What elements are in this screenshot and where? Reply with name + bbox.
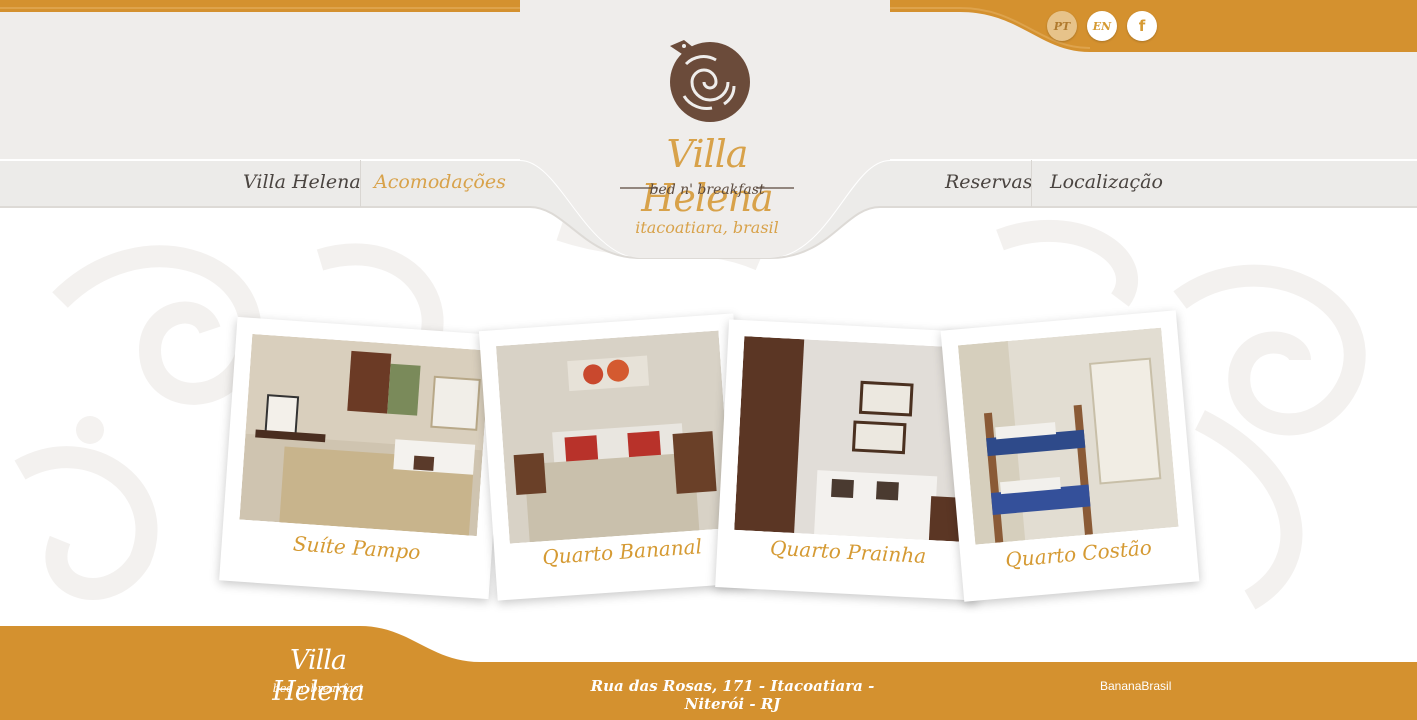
lang-pt-button[interactable]: PT — [1047, 11, 1077, 41]
logo-location: itacoatiara, brasil — [635, 218, 779, 237]
footer-logo-tagline: bed n' breakfast — [272, 682, 364, 695]
footer-credit-link[interactable]: BananaBrasil — [1100, 679, 1171, 693]
nav-localizacao[interactable]: Localização — [1050, 171, 1163, 193]
facebook-icon[interactable]: f — [1127, 11, 1157, 41]
lang-en-button[interactable]: EN — [1087, 11, 1117, 41]
lang-pt-label: PT — [1053, 19, 1071, 33]
chameleon-emblem-icon — [670, 40, 750, 122]
logo-title: Villa Helena — [641, 132, 773, 220]
site-logo[interactable]: Villa Helena bed n' breakfast itacoatiar… — [612, 34, 802, 244]
room-card-quarto-bananal[interactable]: Quarto Bananal — [478, 313, 753, 601]
nav-divider — [360, 160, 361, 207]
room-photo — [734, 336, 975, 542]
room-photo — [239, 333, 490, 537]
facebook-glyph: f — [1138, 17, 1146, 35]
nav-reservas[interactable]: Reservas — [945, 171, 1032, 193]
nav-divider — [1031, 160, 1032, 207]
lang-en-label: EN — [1092, 19, 1112, 33]
nav-acomodacoes[interactable]: Acomodações — [374, 171, 506, 193]
logo-tagline: bed n' breakfast — [649, 182, 765, 198]
room-photo — [957, 327, 1179, 545]
room-card-suite-pampo[interactable]: Suíte Pampo — [219, 316, 507, 600]
nav-villa-helena[interactable]: Villa Helena — [243, 171, 361, 193]
room-card-quarto-costao[interactable]: Quarto Costão — [940, 310, 1200, 602]
footer-logo-title: Villa Helena — [272, 645, 365, 707]
footer-logo[interactable]: Villa Helena bed n' breakfast — [248, 645, 388, 707]
footer-address: Rua das Rosas, 171 - Itacoatiara - Niter… — [590, 677, 875, 713]
room-photo — [495, 330, 733, 544]
